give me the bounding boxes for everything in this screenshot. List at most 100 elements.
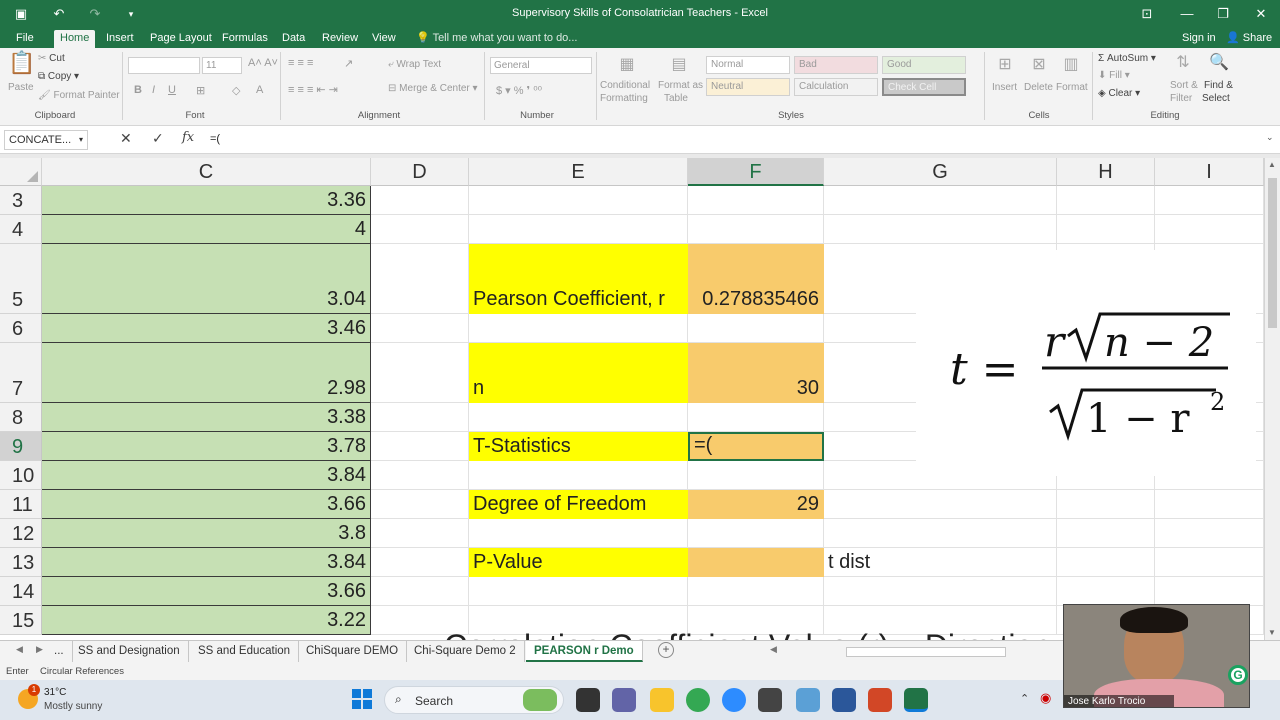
cancel-entry-icon[interactable]: ✕	[120, 130, 132, 147]
cell-e[interactable]	[469, 215, 688, 244]
cell-c[interactable]: 3.22	[42, 606, 371, 635]
cell-f[interactable]: 0.278835466	[688, 244, 824, 314]
sheet-tab-chisquare-demo[interactable]: ChiSquare DEMO	[298, 641, 408, 662]
cell-d[interactable]	[371, 403, 469, 432]
tray-overflow-icon[interactable]: ⌃	[1020, 692, 1029, 705]
row-header[interactable]: 6	[0, 314, 42, 343]
weather-desc[interactable]: Mostly sunny	[44, 701, 102, 712]
t-statistic-formula-image[interactable]: t = r n − 2 1 − r 2	[916, 250, 1256, 476]
borders-icon[interactable]: ⊞	[196, 84, 205, 97]
column-header-i[interactable]: I	[1155, 158, 1264, 186]
delete-cells-icon[interactable]: ⊠	[1028, 54, 1050, 76]
cell-e[interactable]	[469, 519, 688, 548]
format-cells-label[interactable]: Format	[1056, 82, 1088, 93]
restore-icon[interactable]: ❐	[1214, 5, 1232, 23]
style-normal[interactable]: Normal	[706, 56, 790, 74]
teams-icon[interactable]	[612, 688, 636, 712]
cut-button[interactable]: ✂ Cut	[38, 53, 65, 64]
tab-review[interactable]: Review	[316, 30, 364, 48]
cell-c[interactable]: 3.66	[42, 490, 371, 519]
tab-view[interactable]: View	[366, 30, 402, 48]
align-left-icon[interactable]: ≡ ≡ ≡ ⇤ ⇥	[288, 83, 338, 96]
cell-d[interactable]	[371, 519, 469, 548]
row-header[interactable]: 12	[0, 519, 42, 548]
insert-cells-icon[interactable]: ⊞	[994, 54, 1016, 76]
cell-c[interactable]: 3.8	[42, 519, 371, 548]
italic-icon[interactable]: I	[152, 84, 155, 96]
cell-f[interactable]	[688, 314, 824, 343]
headset-icon[interactable]	[758, 688, 782, 712]
align-top-icon[interactable]: ≡ ≡ ≡	[288, 57, 313, 69]
hscroll-left-icon[interactable]: ◀	[770, 644, 777, 655]
excel-icon[interactable]	[904, 688, 928, 712]
tell-me-search[interactable]: 💡 Tell me what you want to do...	[410, 30, 583, 48]
cell-d[interactable]	[371, 577, 469, 606]
row-header[interactable]: 11	[0, 490, 42, 519]
cell-h[interactable]	[1057, 490, 1155, 519]
font-size-input[interactable]: 11	[202, 57, 242, 74]
cell-c[interactable]: 3.78	[42, 432, 371, 461]
cell-f[interactable]: 30	[688, 343, 824, 403]
delete-cells-label[interactable]: Delete	[1024, 82, 1053, 93]
cell-f[interactable]	[688, 403, 824, 432]
cell-e[interactable]	[469, 577, 688, 606]
row-header[interactable]: 9	[0, 432, 42, 461]
sort-filter-label-1[interactable]: Sort &	[1170, 80, 1198, 91]
row-header[interactable]: 13	[0, 548, 42, 577]
format-as-table-icon[interactable]: ▤	[668, 54, 690, 76]
zoom-icon[interactable]	[722, 688, 746, 712]
copy-button[interactable]: ⧉ Copy ▾	[38, 71, 79, 82]
cell-g[interactable]	[824, 215, 1057, 244]
cell-c[interactable]: 3.36	[42, 186, 371, 215]
ribbon-display-icon[interactable]: ⊡	[1138, 5, 1156, 23]
cell-d[interactable]	[371, 215, 469, 244]
share-button[interactable]: 👤 Share	[1220, 30, 1278, 48]
cell-f[interactable]: 29	[688, 490, 824, 519]
cell-c[interactable]: 3.84	[42, 461, 371, 490]
font-color-icon[interactable]: A	[256, 84, 263, 96]
cell-i[interactable]	[1155, 215, 1264, 244]
cell-e[interactable]	[469, 403, 688, 432]
task-view-icon[interactable]	[576, 688, 600, 712]
cell-c[interactable]: 3.38	[42, 403, 371, 432]
cell-h[interactable]	[1057, 186, 1155, 215]
tab-home[interactable]: Home	[54, 30, 96, 48]
status-circular-references[interactable]: Circular References	[40, 666, 124, 677]
cell-d[interactable]	[371, 314, 469, 343]
scroll-down-icon[interactable]: ▼	[1268, 628, 1276, 637]
sheet-prev-icon[interactable]: ◀	[16, 644, 23, 655]
cell-e[interactable]: Degree of Freedom	[469, 490, 688, 519]
autosum-button[interactable]: Σ AutoSum ▾	[1098, 53, 1156, 64]
cell-h[interactable]	[1057, 548, 1155, 577]
bold-icon[interactable]: B	[134, 84, 142, 96]
sheet-tab-more[interactable]: ...	[46, 641, 73, 662]
minimize-icon[interactable]: —	[1178, 5, 1196, 23]
expand-formula-icon[interactable]: ⌄	[1266, 132, 1274, 143]
sheet-tab-ss-education[interactable]: SS and Education	[190, 641, 300, 662]
cell-i[interactable]	[1155, 577, 1264, 606]
cell-i[interactable]	[1155, 186, 1264, 215]
tray-app-icon[interactable]: ◉	[1040, 690, 1051, 706]
cell-d[interactable]	[371, 432, 469, 461]
column-header-d[interactable]: D	[371, 158, 469, 186]
clear-button[interactable]: ◈ Clear ▾	[1098, 88, 1140, 99]
cell-g[interactable]: t dist	[824, 548, 1057, 577]
format-painter-button[interactable]: 🖌 Format Painter	[38, 90, 120, 101]
paste-label[interactable]: Paste	[8, 82, 34, 93]
style-bad[interactable]: Bad	[794, 56, 878, 74]
spreadsheet-grid[interactable]: C D E F G H I 3 3.36 4 4 5 3.04 Pearson Coeffi…	[0, 158, 1264, 640]
conditional-formatting-label-2[interactable]: Formatting	[600, 93, 648, 104]
cell-d[interactable]	[371, 490, 469, 519]
cell-f[interactable]: =(	[688, 432, 824, 461]
word-icon[interactable]	[832, 688, 856, 712]
cell-d[interactable]	[371, 461, 469, 490]
weather-temp[interactable]: 31°C	[44, 687, 66, 698]
cell-e[interactable]	[469, 314, 688, 343]
cell-e[interactable]: T-Statistics	[469, 432, 688, 461]
cell-i[interactable]	[1155, 519, 1264, 548]
sort-filter-icon[interactable]: ⇅	[1172, 52, 1194, 74]
conditional-formatting-icon[interactable]: ▦	[616, 54, 638, 76]
cell-i[interactable]	[1155, 490, 1264, 519]
cell-e[interactable]	[469, 186, 688, 215]
cell-e[interactable]: Pearson Coefficient, r	[469, 244, 688, 314]
